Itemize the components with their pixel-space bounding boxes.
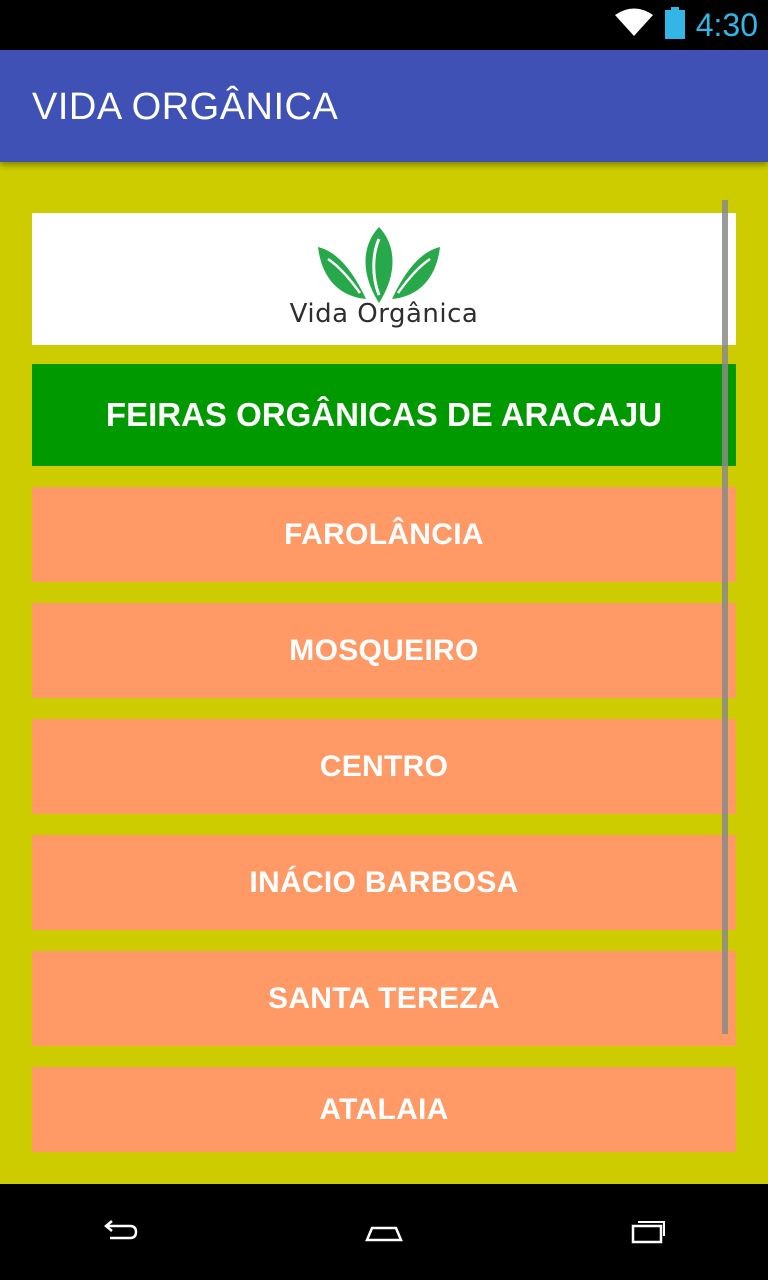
status-bar: 4:30 bbox=[0, 0, 768, 50]
clock: 4:30 bbox=[695, 6, 758, 43]
button-label: ATALAIA bbox=[319, 1092, 449, 1126]
button-label: SANTA TEREZA bbox=[268, 981, 500, 1015]
main-content[interactable]: Vida Orgânica FEIRAS ORGÂNICAS DE ARACAJ… bbox=[0, 162, 768, 1184]
feiras-header-text: FEIRAS ORGÂNICAS DE ARACAJU bbox=[105, 396, 663, 433]
app-title: VIDA ORGÂNICA bbox=[32, 86, 339, 128]
status-icons: 4:30 bbox=[614, 0, 758, 50]
leaves-logo-icon bbox=[318, 227, 440, 303]
logo-text: Vida Orgânica bbox=[289, 299, 479, 329]
logo-banner: Vida Orgânica bbox=[32, 213, 736, 345]
recents-icon[interactable] bbox=[618, 1210, 678, 1254]
button-label: CENTRO bbox=[319, 749, 449, 783]
mosqueiro-button[interactable]: MOSQUEIRO bbox=[32, 603, 736, 698]
feiras-header: FEIRAS ORGÂNICAS DE ARACAJU bbox=[32, 364, 736, 466]
button-label: MOSQUEIRO bbox=[289, 633, 479, 667]
centro-button[interactable]: CENTRO bbox=[32, 719, 736, 814]
app-bar: VIDA ORGÂNICA bbox=[0, 50, 768, 162]
farolancia-button[interactable]: FAROLÂNCIA bbox=[32, 487, 736, 582]
wifi-icon bbox=[614, 8, 654, 42]
button-label: FAROLÂNCIA bbox=[284, 517, 484, 551]
back-icon[interactable] bbox=[90, 1210, 150, 1254]
home-icon[interactable] bbox=[354, 1210, 414, 1254]
inacio-barbosa-button[interactable]: INÁCIO BARBOSA bbox=[32, 835, 736, 930]
atalaia-button[interactable]: ATALAIA bbox=[32, 1067, 736, 1152]
button-label: INÁCIO BARBOSA bbox=[249, 865, 519, 899]
battery-icon bbox=[664, 7, 686, 43]
scrollbar[interactable] bbox=[722, 200, 728, 1034]
santa-tereza-button[interactable]: SANTA TEREZA bbox=[32, 951, 736, 1046]
navigation-bar bbox=[0, 1184, 768, 1280]
